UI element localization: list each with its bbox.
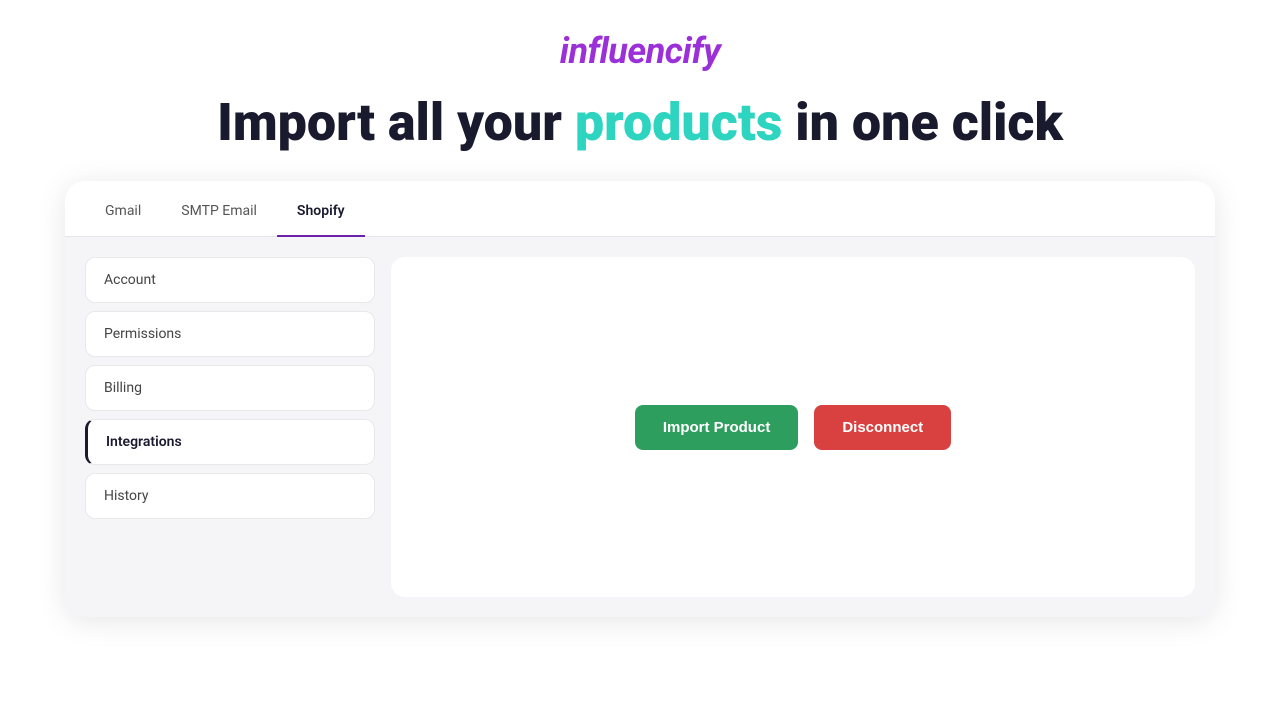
sidebar-item-account[interactable]: Account: [85, 257, 375, 303]
tab-shopify[interactable]: Shopify: [277, 187, 365, 237]
import-product-button[interactable]: Import Product: [635, 405, 799, 450]
disconnect-button[interactable]: Disconnect: [814, 405, 951, 450]
sidebar: Account Permissions Billing Integrations…: [85, 257, 375, 597]
main-card: Gmail SMTP Email Shopify Account Permiss…: [65, 181, 1215, 617]
sidebar-item-billing[interactable]: Billing: [85, 365, 375, 411]
headline-prefix: Import all your: [217, 92, 575, 153]
headline-suffix: in one click: [782, 92, 1063, 153]
page-headline: Import all your products in one click: [217, 92, 1063, 153]
logo-text: influencify: [560, 30, 721, 72]
tab-gmail[interactable]: Gmail: [85, 187, 161, 237]
sidebar-item-integrations[interactable]: Integrations: [85, 419, 375, 465]
sidebar-item-history[interactable]: History: [85, 473, 375, 519]
tab-smtp-email[interactable]: SMTP Email: [161, 187, 277, 237]
main-content-panel: Import Product Disconnect: [391, 257, 1195, 597]
sidebar-item-permissions[interactable]: Permissions: [85, 311, 375, 357]
logo: influencify: [560, 30, 721, 72]
tabs-bar: Gmail SMTP Email Shopify: [65, 181, 1215, 237]
headline-highlight: products: [575, 92, 782, 153]
content-area: Account Permissions Billing Integrations…: [65, 237, 1215, 617]
